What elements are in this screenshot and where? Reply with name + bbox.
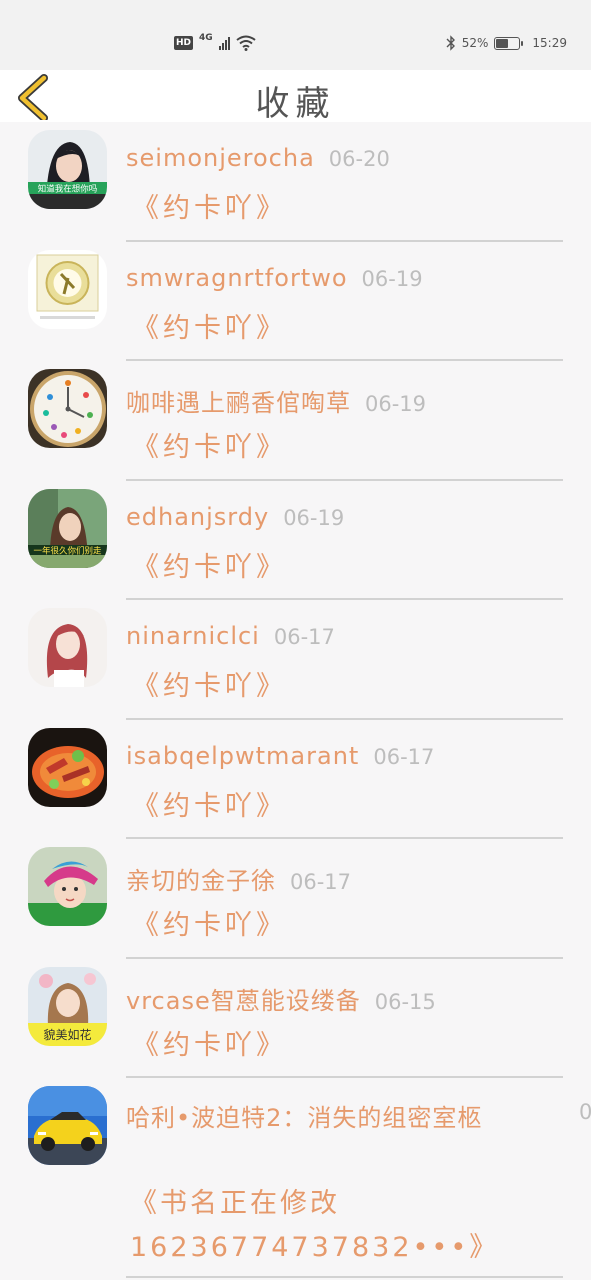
avatar: 知道我在想你吗 [28,130,107,209]
list-item[interactable]: 知道我在想你吗 seimonjerocha 06-20 《约卡吖》 [0,122,591,242]
item-book-title[interactable]: 《约卡吖》 [132,545,287,584]
clock: 15:29 [532,36,567,50]
list-item[interactable]: 哈利•波迫特2：消失的组密室柩 0 《书名正在修改16236774737832•… [0,1078,591,1278]
item-name-row: ninarniclci 06-17 [126,622,591,650]
list-item[interactable]: 貌美如花 vrcase智蒽能设缕备 06-15 《约卡吖》 [0,959,591,1078]
favorites-list: 知道我在想你吗 seimonjerocha 06-20 《约卡吖》 smwragn… [0,122,591,1278]
item-date: 06-17 [273,625,335,649]
item-book-title[interactable]: 《约卡吖》 [132,425,287,464]
item-date: 0 [579,1100,591,1124]
list-item[interactable]: ninarniclci 06-17 《约卡吖》 [0,600,591,720]
item-date: 06-20 [328,147,390,171]
avatar [28,249,107,329]
list-item[interactable]: 亲切的金子徐 06-17 《约卡吖》 [0,839,591,959]
item-name[interactable]: edhanjsrdy [126,503,269,531]
item-name-row: 哈利•波迫特2：消失的组密室柩 [126,1096,566,1143]
item-book-title[interactable]: 《约卡吖》 [132,784,287,823]
avatar [28,369,107,448]
avatar [28,1086,107,1165]
item-date: 06-19 [365,392,427,416]
item-date: 06-19 [361,266,423,291]
item-name[interactable]: ninarniclci [126,622,260,650]
avatar [28,727,107,807]
signal-icon [218,36,230,50]
wifi-icon [236,35,256,51]
battery-percent: 52% [461,36,489,50]
avatar: 貌美如花 [28,966,107,1046]
item-book-title[interactable]: 《约卡吖》 [132,186,287,225]
battery-fill [496,38,508,48]
svg-text:貌美如花: 貌美如花 [43,1027,91,1042]
hd-badge: HD [174,36,194,50]
item-name[interactable]: seimonjerocha [126,144,315,172]
item-name[interactable]: vrcase智蒽能设缕备 [126,987,361,1015]
list-item[interactable]: 咖啡遇上鹂香倌啕草 06-19 《约卡吖》 [0,361,591,481]
svg-text:一年很久你们别走: 一年很久你们别走 [33,545,102,556]
item-name-row: edhanjsrdy 06-19 [126,503,591,531]
item-book-title[interactable]: 《约卡吖》 [132,664,287,703]
page-title: 收藏 [255,84,336,124]
item-book-title[interactable]: 《约卡吖》 [132,1023,287,1062]
item-name[interactable]: 咖啡遇上鹂香倌啕草 [126,389,351,417]
battery-icon [494,36,524,50]
item-name-row: 咖啡遇上鹂香倌啕草 06-19 [126,383,591,418]
status-bar: HD 4G 52% 15:29 [0,0,591,70]
item-book-title[interactable]: 《书名正在修改16236774737832•••》 [130,1182,550,1270]
item-name-row: seimonjerocha 06-20 [126,144,591,172]
item-date: 06-17 [290,870,352,894]
item-name[interactable]: smwragnrtfortwo [126,264,348,292]
item-name-row: 亲切的金子徐 06-17 [126,861,591,896]
divider [126,1276,563,1278]
svg-text:知道我在想你吗: 知道我在想你吗 [38,184,98,195]
item-name[interactable]: isabqelpwtmarant [126,742,359,770]
avatar: 一年很久你们别走 [28,488,107,568]
item-name[interactable]: 哈利•波迫特2：消失的组密室柩 [126,1104,482,1132]
item-name-row: vrcase智蒽能设缕备 06-15 [126,981,591,1016]
avatar [28,608,107,687]
status-right: 52% 15:29 [446,34,567,52]
item-book-title[interactable]: 《约卡吖》 [132,306,287,345]
header: 收藏 [0,70,591,124]
list-item[interactable]: 一年很久你们别走 edhanjsrdy 06-19 《约卡吖》 [0,481,591,600]
avatar [28,847,107,926]
bluetooth-icon [446,35,455,51]
item-date: 06-15 [374,989,436,1014]
item-book-title[interactable]: 《约卡吖》 [132,903,287,942]
list-item[interactable]: smwragnrtfortwo 06-19 《约卡吖》 [0,242,591,361]
status-left: HD 4G [174,33,256,52]
item-name-row: smwragnrtfortwo 06-19 [126,264,591,292]
item-date: 06-19 [283,505,345,530]
item-name-row: isabqelpwtmarant 06-17 [126,742,591,770]
item-name[interactable]: 亲切的金子徐 [126,867,276,895]
item-date: 06-17 [373,744,435,769]
list-item[interactable]: isabqelpwtmarant 06-17 《约卡吖》 [0,720,591,839]
network-type: 4G [199,33,213,43]
